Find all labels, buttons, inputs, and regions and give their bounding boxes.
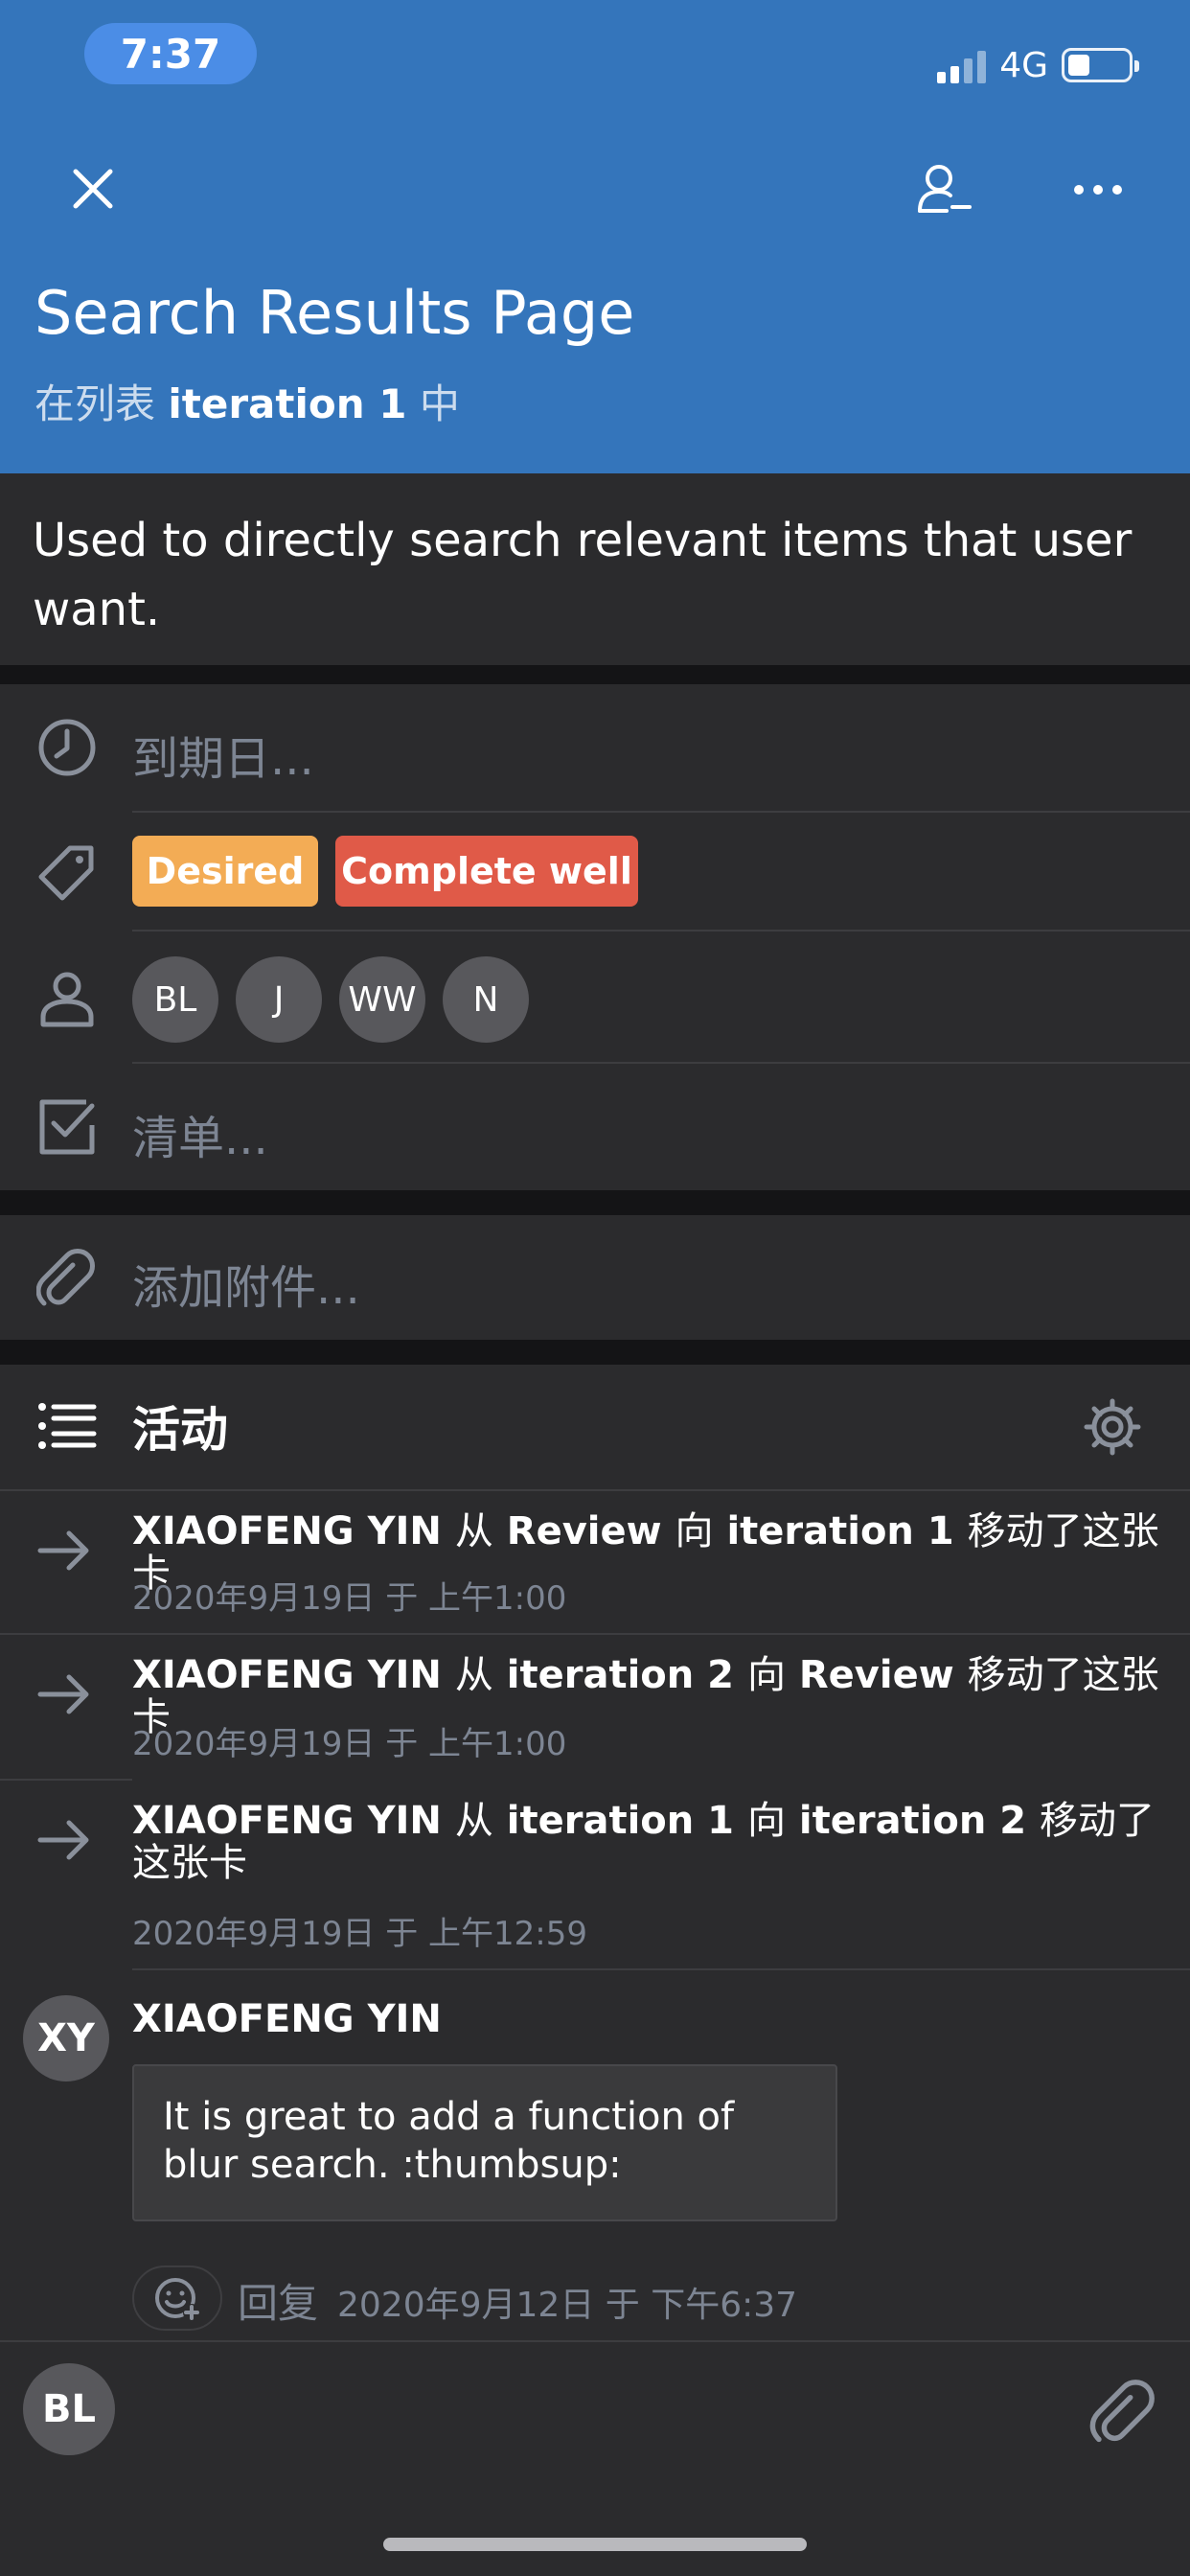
labels-row[interactable]: Desired Complete well — [0, 813, 1190, 930]
arrow-right-icon — [37, 1674, 89, 1714]
paperclip-icon[interactable] — [1088, 2379, 1156, 2446]
activity-word: 从 — [454, 1799, 493, 1843]
activity-word: 向 — [746, 1799, 786, 1843]
member-icon — [918, 165, 972, 213]
activity-user[interactable]: XIAOFENG YIN — [132, 1799, 442, 1843]
battery-fill — [1068, 55, 1089, 76]
activity-item: XIAOFENG YIN 从 iteration 1 向 iteration 2… — [0, 1781, 1190, 1968]
comment-date: 2020年9月12日 于 下午6:37 — [337, 2286, 798, 2325]
activity-word: 从 — [454, 1509, 493, 1553]
clock-icon — [38, 719, 96, 776]
activity-text: XIAOFENG YIN 从 iteration 1 向 iteration 2… — [132, 1800, 1161, 1884]
activity-date: 2020年9月19日 于 上午12:59 — [132, 1915, 588, 1953]
status-time: 7:37 — [84, 23, 257, 84]
status-indicators: 4G — [937, 42, 1139, 88]
due-date-placeholder: 到期日... — [132, 732, 314, 786]
close-button[interactable] — [57, 153, 128, 224]
more-button[interactable] — [1062, 153, 1134, 226]
activity-word: 从 — [454, 1653, 493, 1697]
attachment-placeholder: 添加附件... — [132, 1261, 360, 1315]
battery-icon — [1062, 48, 1139, 82]
gear-icon[interactable] — [1083, 1397, 1142, 1457]
activity-to-list: Review — [798, 1653, 954, 1697]
activity-user[interactable]: XIAOFENG YIN — [132, 1653, 442, 1697]
activity-from-list: iteration 1 — [506, 1799, 734, 1843]
signal-icon — [937, 47, 987, 83]
section-separator — [0, 1340, 1190, 1365]
activity-to-list: iteration 1 — [726, 1509, 954, 1553]
member-avatar[interactable]: WW — [339, 956, 425, 1043]
comment-author-avatar[interactable]: XY — [23, 1995, 109, 2082]
list-location: 在列表 iteration 1 中 — [34, 372, 460, 430]
checklist-row[interactable]: 清单... — [0, 1064, 1190, 1190]
activity-date: 2020年9月19日 于 上午1:00 — [132, 1725, 567, 1763]
reply-button[interactable]: 回复 — [238, 2271, 318, 2330]
checklist-placeholder: 清单... — [132, 1112, 268, 1165]
home-indicator — [383, 2538, 807, 2551]
current-user-avatar: BL — [23, 2363, 115, 2455]
activity-list-icon — [38, 1403, 97, 1449]
card-title[interactable]: Search Results Page — [34, 278, 634, 348]
tag-icon — [38, 845, 94, 901]
checklist-icon — [39, 1099, 95, 1155]
attachment-row[interactable]: 添加附件... — [0, 1215, 1190, 1340]
list-name[interactable]: iteration 1 — [168, 380, 406, 427]
activity-title: 活动 — [132, 1402, 228, 1458]
arrow-right-icon — [37, 1820, 89, 1860]
member-avatar[interactable]: J — [236, 956, 322, 1043]
member-avatar[interactable]: BL — [132, 956, 218, 1043]
comment-author: XIAOFENG YIN — [132, 1997, 442, 2041]
paperclip-icon — [36, 1249, 95, 1306]
more-icon — [1074, 185, 1122, 195]
activity-header: 活动 — [0, 1365, 1190, 1489]
due-date-row[interactable]: 到期日... — [0, 684, 1190, 811]
list-suffix: 中 — [419, 380, 460, 427]
activity-date: 2020年9月19日 于 上午1:00 — [132, 1579, 567, 1618]
activity-to-list: iteration 2 — [798, 1799, 1027, 1843]
add-reaction-button[interactable] — [132, 2266, 222, 2331]
label-complete-well[interactable]: Complete well — [335, 836, 638, 907]
close-icon — [73, 169, 113, 209]
label-desired[interactable]: Desired — [132, 836, 318, 907]
row-divider — [132, 1968, 1190, 1970]
card-description[interactable]: Used to directly search relevant items t… — [0, 473, 1190, 665]
activity-item: XIAOFENG YIN 从 Review 向 iteration 1 移动了这… — [0, 1491, 1190, 1633]
comment-body[interactable]: It is great to add a function of blur se… — [132, 2064, 837, 2221]
member-avatar[interactable]: N — [443, 956, 529, 1043]
list-prefix: 在列表 — [34, 380, 156, 427]
network-type: 4G — [999, 45, 1048, 85]
section-separator — [0, 1190, 1190, 1215]
card-header: 7:37 4G Search Results Page 在列表 iteratio… — [0, 0, 1190, 473]
activity-from-list: iteration 2 — [506, 1653, 734, 1697]
arrow-right-icon — [37, 1530, 89, 1571]
activity-item: XIAOFENG YIN 从 iteration 2 向 Review 移动了这… — [0, 1635, 1190, 1779]
activity-word: 向 — [675, 1509, 714, 1553]
activity-word: 向 — [746, 1653, 786, 1697]
section-separator — [0, 665, 1190, 684]
members-button[interactable] — [908, 153, 981, 226]
activity-user[interactable]: XIAOFENG YIN — [132, 1509, 442, 1553]
members-row[interactable]: BL J WW N — [0, 932, 1190, 1062]
person-icon — [40, 972, 94, 1027]
activity-from-list: Review — [506, 1509, 662, 1553]
emoji-add-icon — [155, 2278, 200, 2321]
